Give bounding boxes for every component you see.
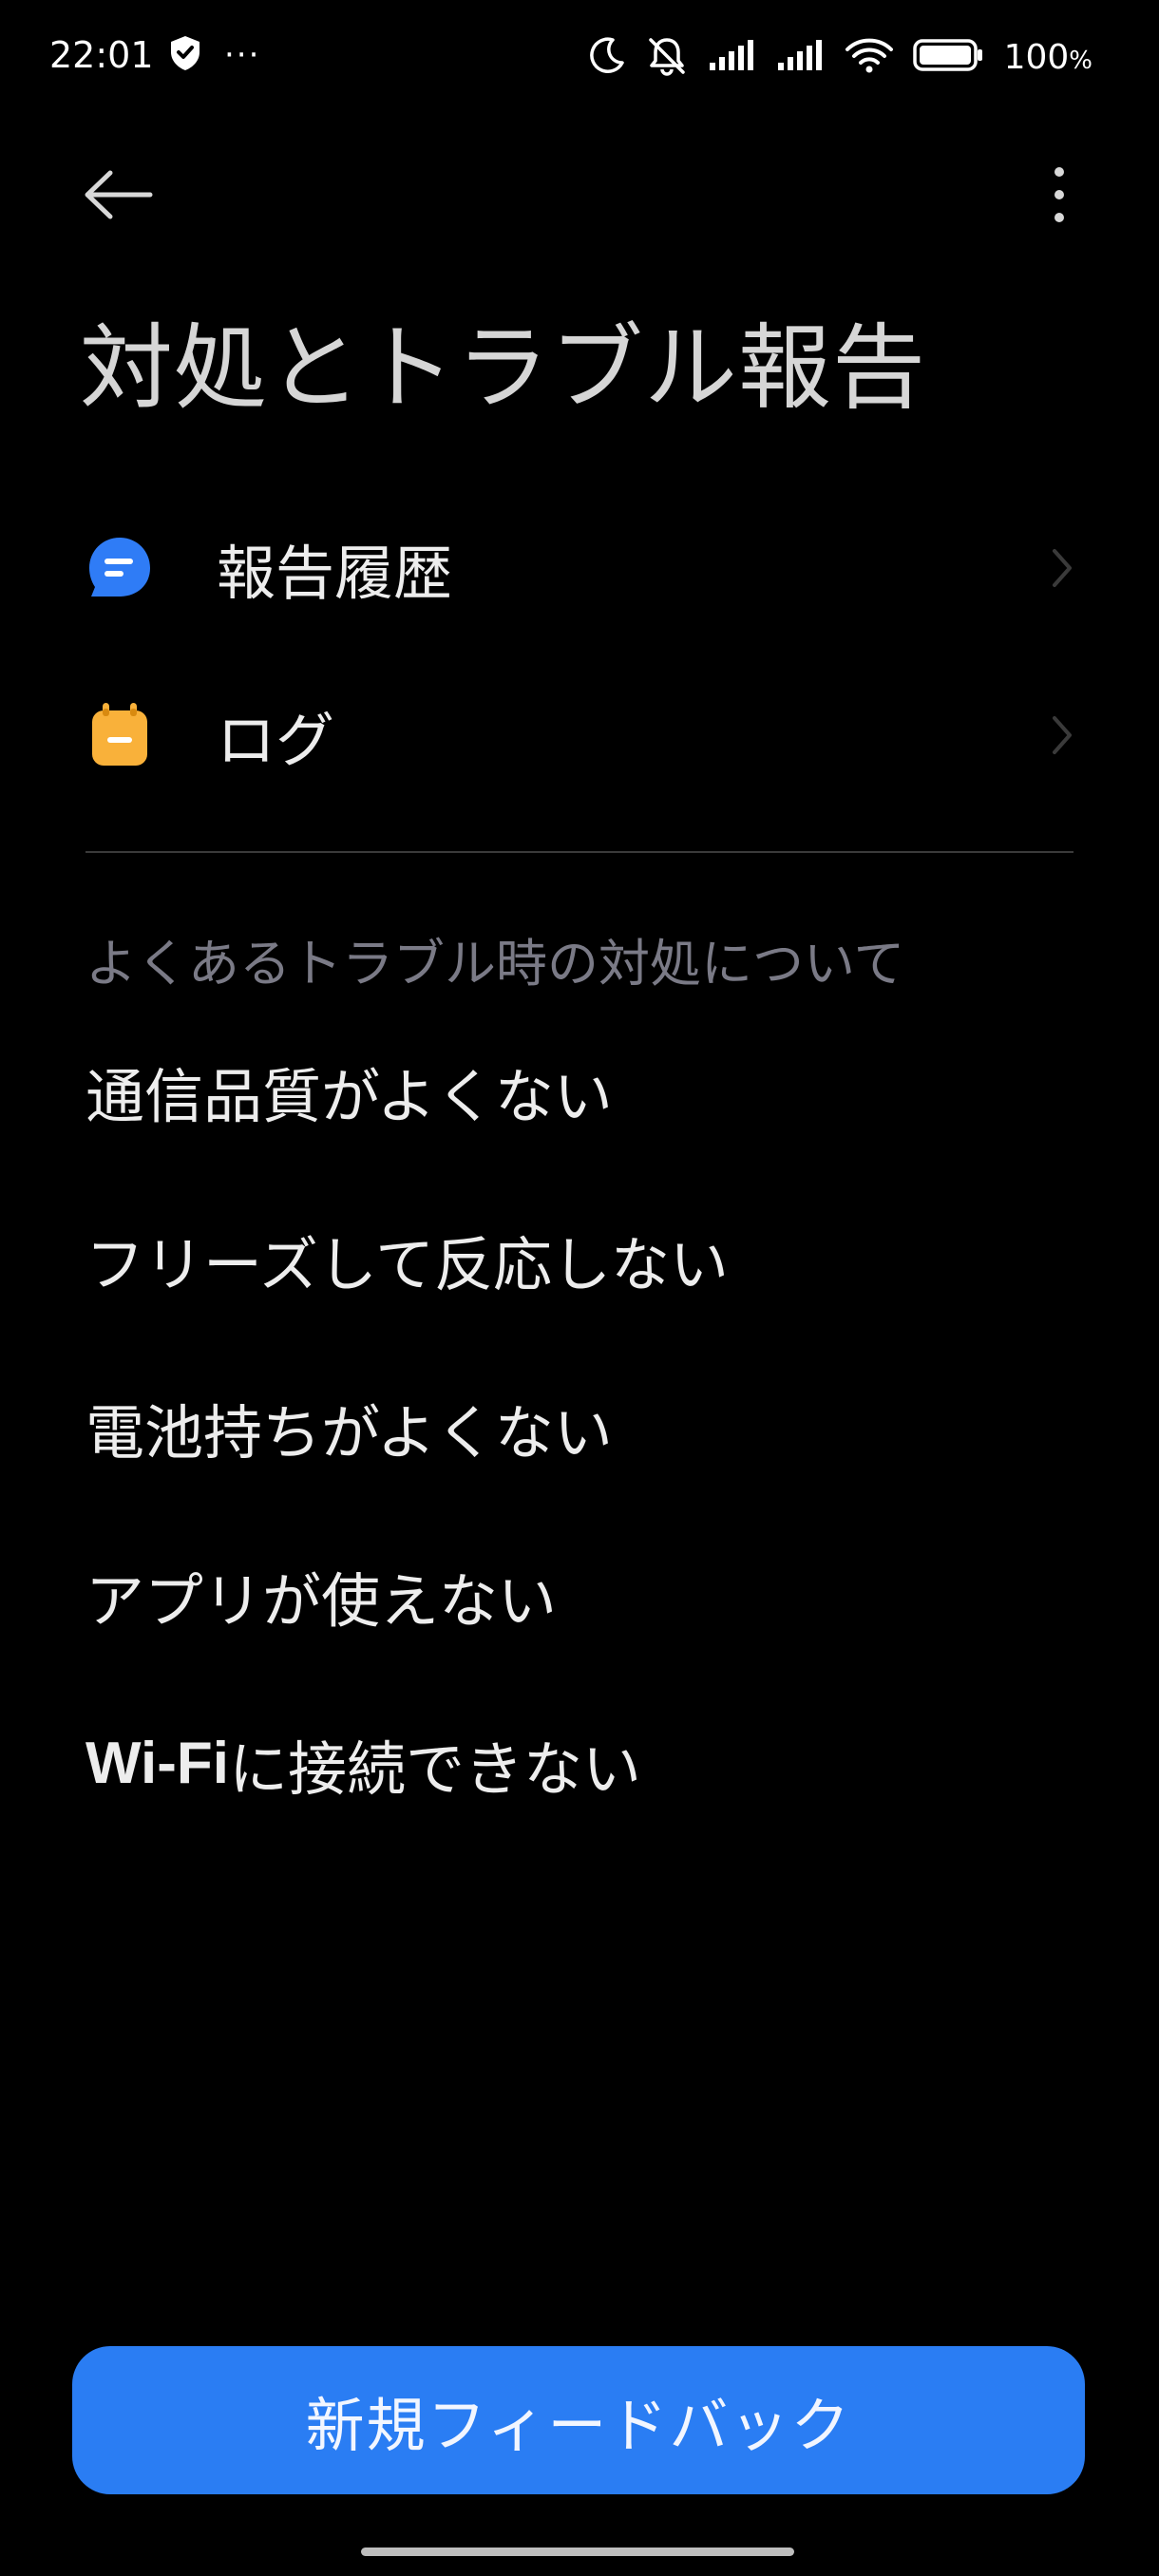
back-button[interactable] bbox=[76, 152, 162, 237]
battery-icon bbox=[912, 38, 985, 76]
chevron-right-icon bbox=[1043, 707, 1081, 764]
more-notifications-icon: ··· bbox=[224, 36, 261, 74]
page-title: 対処とトラブル報告 bbox=[80, 314, 927, 423]
calendar-log-icon bbox=[86, 701, 154, 769]
battery-level: 100% bbox=[1004, 38, 1092, 77]
arrow-left-icon bbox=[85, 170, 153, 219]
section-divider bbox=[86, 851, 1074, 853]
menu-list: 報告履歴 ログ bbox=[0, 484, 1159, 819]
status-left-icons: ··· bbox=[167, 34, 260, 76]
faq-item-battery[interactable]: 電池持ちがよくない bbox=[86, 1343, 1074, 1511]
shield-icon bbox=[167, 34, 203, 76]
menu-item-label: 報告履歴 bbox=[217, 539, 453, 608]
faq-item-network-quality[interactable]: 通信品質がよくない bbox=[86, 1007, 1074, 1175]
home-indicator[interactable] bbox=[361, 2548, 794, 2556]
faq-item-wifi-connect[interactable]: Wi-Fi に接続できない bbox=[86, 1679, 1074, 1847]
faq-item-freeze[interactable]: フリーズして反応しない bbox=[86, 1175, 1074, 1343]
wifi-icon bbox=[845, 36, 894, 78]
toolbar bbox=[0, 133, 1159, 228]
more-options-button[interactable] bbox=[1026, 152, 1092, 237]
status-time: 22:01 bbox=[49, 34, 154, 76]
faq-item-wifi-rest: に接続できない bbox=[228, 1733, 641, 1804]
new-feedback-button[interactable]: 新規フィードバック bbox=[72, 2346, 1085, 2494]
moon-icon bbox=[588, 36, 626, 78]
status-bar: 22:01 ··· 100% bbox=[0, 0, 1159, 114]
faq-item-app-unusable[interactable]: アプリが使えない bbox=[86, 1511, 1074, 1679]
faq-list: 通信品質がよくない フリーズして反応しない 電池持ちがよくない アプリが使えない… bbox=[86, 1007, 1074, 1847]
menu-item-log[interactable]: ログ bbox=[0, 652, 1159, 819]
menu-item-report-history[interactable]: 報告履歴 bbox=[0, 484, 1159, 652]
signal-1-icon bbox=[708, 38, 757, 76]
menu-item-label: ログ bbox=[217, 706, 335, 775]
status-right-icons: 100% bbox=[588, 34, 1092, 80]
section-header: よくあるトラブル時の対処について bbox=[86, 934, 905, 994]
battery-percent-sign: % bbox=[1069, 46, 1092, 75]
more-vertical-icon bbox=[1054, 167, 1064, 222]
signal-2-icon bbox=[776, 38, 826, 76]
battery-value: 100 bbox=[1003, 37, 1070, 77]
faq-item-wifi-latin: Wi-Fi bbox=[86, 1731, 229, 1796]
chat-bubble-icon bbox=[86, 534, 154, 602]
chevron-right-icon bbox=[1043, 540, 1081, 597]
bell-off-icon bbox=[645, 34, 689, 80]
